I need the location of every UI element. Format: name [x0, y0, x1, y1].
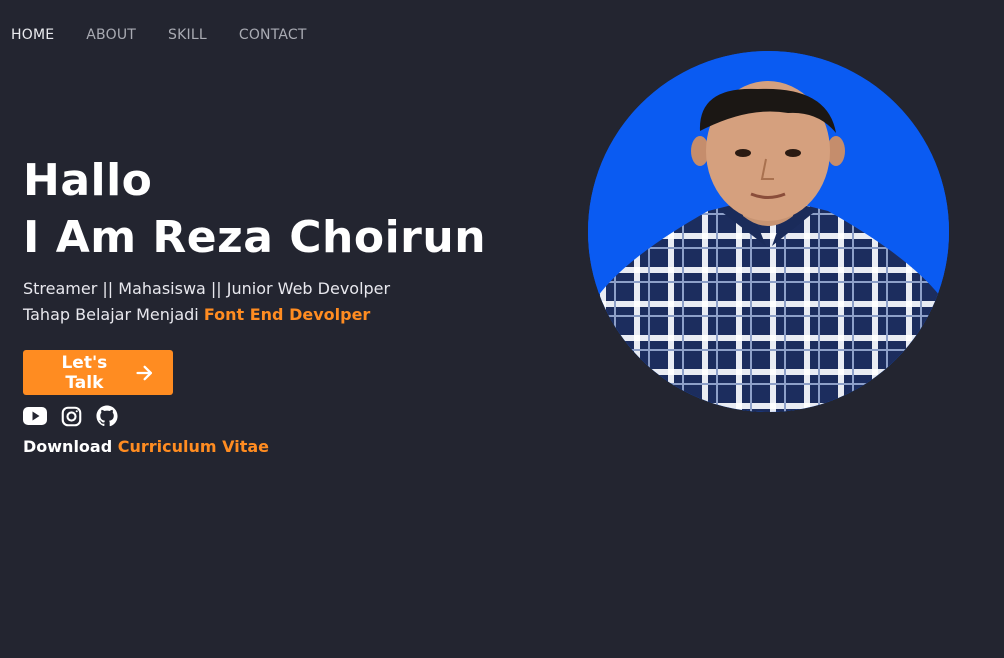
curriculum-vitae-link[interactable]: Curriculum Vitae: [118, 437, 269, 456]
top-nav: HOME ABOUT SKILL CONTACT: [11, 26, 339, 44]
profile-portrait-illustration: [588, 51, 949, 412]
hero-name: I Am Reza Choirun: [23, 212, 487, 263]
arrow-right-icon: [136, 365, 152, 380]
nav-item-about[interactable]: ABOUT: [86, 26, 136, 44]
nav-item-home[interactable]: HOME: [11, 26, 54, 44]
lets-talk-button[interactable]: Let's Talk: [23, 350, 173, 395]
hero-tagline: Streamer || Mahasiswa || Junior Web Devo…: [23, 279, 391, 298]
github-icon[interactable]: [96, 405, 118, 427]
lets-talk-label: Let's Talk: [61, 352, 108, 393]
learning-accent: Font End Devolper: [203, 305, 371, 324]
instagram-icon[interactable]: [61, 406, 82, 427]
hero-subtitle: Streamer || Mahasiswa || Junior Web Devo…: [23, 276, 543, 328]
nav-item-contact[interactable]: CONTACT: [239, 26, 307, 44]
hero-section: Hallo I Am Reza Choirun Streamer || Maha…: [23, 152, 543, 456]
download-prefix: Download: [23, 437, 113, 456]
learning-prefix: Tahap Belajar Menjadi: [23, 305, 199, 324]
hero-learning-line: Tahap Belajar Menjadi Font End Devolper: [23, 302, 543, 328]
hero-greeting: Hallo: [23, 155, 153, 206]
portfolio-page: HOME ABOUT SKILL CONTACT Hallo I Am Reza…: [0, 0, 1004, 658]
download-cv: Download Curriculum Vitae: [23, 437, 543, 456]
nav-item-skill[interactable]: SKILL: [168, 26, 207, 44]
youtube-icon[interactable]: [23, 407, 47, 425]
social-links: [23, 405, 543, 427]
profile-photo: [588, 51, 949, 412]
